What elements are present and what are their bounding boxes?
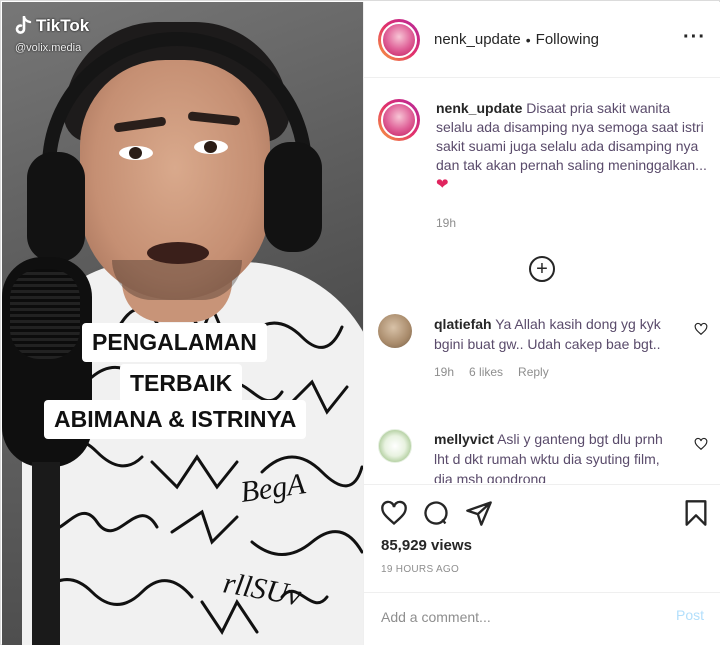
author-username[interactable]: nenk_update	[434, 31, 521, 48]
comment-time[interactable]: 19h	[434, 362, 454, 382]
caption-timestamp[interactable]: 19h	[436, 216, 456, 230]
plus-circle-icon[interactable]: +	[529, 256, 555, 282]
comment-body: qlatiefah Ya Allah kasih dong yg kyk bgi…	[434, 314, 674, 382]
tiktok-handle: @volix.media	[15, 42, 82, 54]
caption-author-avatar-image	[381, 102, 417, 138]
post-caption: nenk_update Disaat pria sakit wanita sel…	[378, 99, 708, 194]
caption-author-avatar[interactable]	[378, 99, 420, 141]
comment-item: qlatiefah Ya Allah kasih dong yg kyk bgi…	[378, 314, 708, 382]
heart-icon[interactable]	[694, 322, 708, 336]
microphone-grill	[10, 269, 80, 359]
post-video[interactable]: BegA rllSUv TikTok @volix.media PENGALAM…	[2, 2, 363, 645]
post-side-panel: nenk_update • Following ··· nenk_update …	[363, 2, 720, 645]
video-caption-line-1: PENGALAMAN	[82, 323, 267, 362]
reply-button[interactable]: Reply	[518, 362, 549, 382]
headphone-right-cup	[264, 142, 322, 252]
headphone-left-cup	[27, 152, 85, 262]
svg-text:rllSUv: rllSUv	[221, 566, 305, 612]
view-count[interactable]: 85,929 views	[381, 537, 472, 554]
tiktok-brand: TikTok	[36, 16, 90, 35]
tiktok-watermark: TikTok	[14, 16, 89, 36]
add-comment-input[interactable]	[381, 609, 661, 625]
microphone-arm	[32, 462, 60, 645]
heart-icon[interactable]	[694, 437, 708, 451]
caption-username[interactable]: nenk_update	[436, 100, 522, 116]
svg-text:BegA: BegA	[238, 467, 308, 509]
author-avatar-image	[381, 21, 417, 58]
share-icon[interactable]	[465, 499, 493, 527]
commenter-username[interactable]: mellyvict	[434, 431, 494, 447]
mouth	[147, 242, 209, 264]
comments-section[interactable]: nenk_update Disaat pria sakit wanita sel…	[364, 79, 720, 483]
video-caption-line-2: TERBAIK	[120, 364, 243, 403]
post-header: nenk_update • Following ···	[364, 2, 720, 78]
beard-shadow	[112, 260, 242, 300]
tiktok-logo-icon	[15, 16, 32, 34]
post-age[interactable]: 19 HOURS AGO	[381, 564, 459, 575]
comment-item: mellyvict Asli y ganteng bgt dlu prnh lh…	[378, 429, 708, 483]
comment-icon[interactable]	[422, 499, 450, 527]
comment-likes[interactable]: 6 likes	[469, 362, 503, 382]
bookmark-icon[interactable]	[682, 499, 710, 527]
commenter-username[interactable]: qlatiefah	[434, 316, 492, 332]
red-heart-emoji: ❤	[436, 176, 449, 193]
comment-meta: 19h 6 likes Reply	[434, 362, 674, 382]
add-comment-bar: Post	[364, 592, 720, 647]
more-horizontal-icon[interactable]: ···	[683, 27, 706, 47]
following-button[interactable]: Following	[536, 31, 599, 48]
commenter-avatar[interactable]	[378, 429, 412, 463]
comment-body: mellyvict Asli y ganteng bgt dlu prnh lh…	[434, 429, 674, 483]
author-avatar[interactable]	[378, 18, 420, 61]
video-caption-line-3: ABIMANA & ISTRINYA	[44, 400, 307, 439]
post-comment-button[interactable]: Post	[676, 607, 704, 623]
header-separator: •	[525, 31, 531, 48]
heart-icon[interactable]	[380, 499, 408, 527]
caption-text-block: nenk_update Disaat pria sakit wanita sel…	[436, 99, 708, 194]
commenter-avatar[interactable]	[378, 314, 412, 348]
post-actions: 85,929 views 19 HOURS AGO Post	[364, 484, 720, 648]
post-window: BegA rllSUv TikTok @volix.media PENGALAM…	[0, 0, 720, 645]
